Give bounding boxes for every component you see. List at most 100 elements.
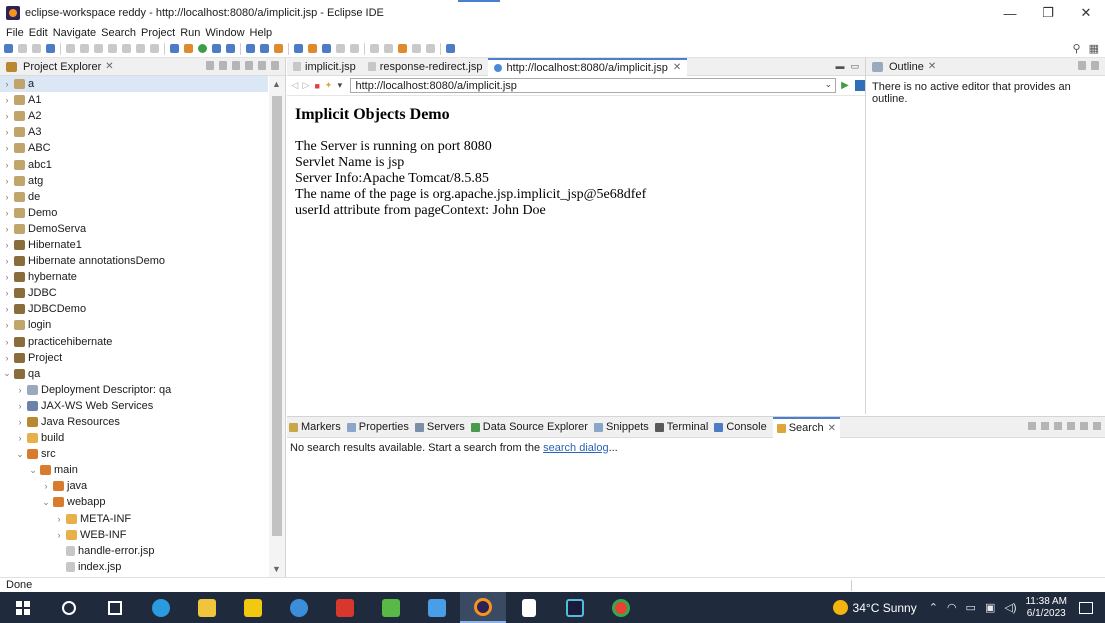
tree-item[interactable]: › Deployment Descriptor: qa [0, 382, 268, 398]
scroll-up-icon[interactable]: ▲ [272, 79, 281, 89]
tree-item[interactable]: › A1 [0, 92, 268, 108]
previous-match-icon[interactable] [1041, 422, 1049, 430]
edit-icon[interactable] [350, 44, 359, 53]
menu-help[interactable]: Help [250, 27, 273, 39]
notification-icon[interactable] [1079, 601, 1093, 614]
outline-tab[interactable]: Outline ✕ [866, 58, 1105, 76]
tree-item[interactable]: › ABC [0, 140, 268, 156]
forward-icon[interactable] [426, 44, 435, 53]
tab-data-source-explorer[interactable]: Data Source Explorer [470, 417, 588, 438]
taskbar-app-notepad[interactable] [506, 592, 552, 623]
debug-icon[interactable] [184, 44, 193, 53]
tab-browser[interactable]: http://localhost:8080/a/implicit.jsp ✕ [488, 57, 688, 76]
chevron-down-icon[interactable]: ⌄ [41, 497, 51, 508]
chevron-down-icon[interactable]: ⌄ [28, 465, 38, 476]
chevron-right-icon[interactable]: › [2, 143, 12, 153]
taskbar-app-eclipse[interactable] [460, 592, 506, 623]
maximize-button[interactable]: ❐ [1029, 0, 1067, 26]
forward-icon[interactable]: ▷ [301, 80, 310, 91]
tree-item[interactable]: › Java Resources [0, 414, 268, 430]
chevron-right-icon[interactable]: › [41, 481, 51, 491]
tree-item[interactable]: › build [0, 430, 268, 446]
next-match-icon[interactable] [1028, 422, 1036, 430]
chevron-down-icon[interactable]: ⌄ [825, 79, 833, 90]
minimize-view-icon[interactable] [258, 61, 266, 70]
chevron-right-icon[interactable]: › [2, 240, 12, 250]
tab-terminal[interactable]: Terminal [654, 417, 708, 438]
close-icon[interactable]: ✕ [928, 61, 936, 72]
chevron-right-icon[interactable]: › [2, 176, 12, 186]
tree-item[interactable]: › login [0, 317, 268, 333]
tree-item[interactable]: › de [0, 189, 268, 205]
taskbar-app-explorer[interactable] [184, 592, 230, 623]
disconnect-icon[interactable] [108, 44, 117, 53]
menu-search[interactable]: Search [101, 27, 136, 39]
tree-item[interactable]: › a [0, 76, 268, 93]
link-editor-icon[interactable] [219, 61, 227, 70]
tree-item[interactable]: › atg [0, 173, 268, 189]
tree-scrollbar[interactable]: ▲ ▼ [269, 76, 285, 577]
minimize-view-icon[interactable] [1091, 61, 1099, 70]
previous-annotation-icon[interactable] [384, 44, 393, 53]
search-button[interactable] [46, 592, 92, 623]
tree-item[interactable]: › abc1 [0, 156, 268, 172]
tree-item[interactable]: › WEB-INF [0, 527, 268, 543]
new-package-icon[interactable] [260, 44, 269, 53]
open-perspective-icon[interactable] [446, 44, 455, 53]
menu-run[interactable]: Run [180, 27, 200, 39]
chevron-down-icon[interactable]: ⌄ [15, 449, 25, 460]
chevron-right-icon[interactable]: › [15, 385, 25, 395]
tree-item[interactable]: index.jsp [0, 559, 268, 575]
skip-breakpoints-icon[interactable] [170, 44, 179, 53]
minimize-view-icon[interactable] [1093, 422, 1101, 430]
tree-item[interactable]: › DemoServa [0, 221, 268, 237]
open-task-icon[interactable] [308, 44, 317, 53]
tab-implicit-jsp[interactable]: implicit.jsp [287, 58, 362, 76]
coverage-icon[interactable] [212, 44, 221, 53]
taskbar-app-mail[interactable] [414, 592, 460, 623]
minimize-icon[interactable]: ▬ [835, 61, 844, 72]
chevron-right-icon[interactable]: › [15, 417, 25, 427]
clock[interactable]: 11:38 AM 6/1/2023 [1025, 596, 1067, 620]
perspective-icon[interactable]: ▦ [1089, 42, 1099, 55]
stop-icon[interactable] [94, 44, 103, 53]
tab-properties[interactable]: Properties [346, 417, 409, 438]
menu-navigate[interactable]: Navigate [53, 27, 96, 39]
taskbar-app-vscode[interactable] [322, 592, 368, 623]
go-icon[interactable]: ▶ [841, 80, 849, 91]
chevron-right-icon[interactable]: › [2, 224, 12, 234]
back-icon[interactable] [412, 44, 421, 53]
chevron-right-icon[interactable]: › [2, 288, 12, 298]
chevron-right-icon[interactable]: › [2, 79, 12, 89]
taskbar-app-circle[interactable] [276, 592, 322, 623]
search-icon[interactable] [322, 44, 331, 53]
taskbar-app-edge[interactable] [138, 592, 184, 623]
minimize-button[interactable]: — [991, 0, 1029, 26]
pin-icon[interactable] [1080, 422, 1088, 430]
taskbar-app-webex[interactable] [552, 592, 598, 623]
tree-item[interactable]: › A3 [0, 124, 268, 140]
task-view-button[interactable] [92, 592, 138, 623]
language-icon[interactable]: ▣ [985, 601, 995, 614]
tree-item[interactable]: › A2 [0, 108, 268, 124]
menu-window[interactable]: Window [205, 27, 244, 39]
chevron-right-icon[interactable]: › [2, 111, 12, 121]
chevron-right-icon[interactable]: › [54, 530, 64, 540]
chevron-right-icon[interactable]: › [2, 337, 12, 347]
new-server-icon[interactable] [246, 44, 255, 53]
scrollbar-thumb[interactable] [272, 96, 282, 536]
back-icon[interactable]: ◁ [290, 80, 299, 91]
chevron-right-icon[interactable]: › [2, 95, 12, 105]
chevron-down-icon[interactable]: ▾ [335, 80, 344, 91]
collapse-all-icon[interactable] [206, 61, 214, 70]
start-button[interactable] [0, 592, 46, 623]
chevron-right-icon[interactable]: › [2, 304, 12, 314]
chevron-right-icon[interactable]: › [2, 256, 12, 266]
new-class-icon[interactable] [274, 44, 283, 53]
tab-console[interactable]: Console [714, 417, 767, 438]
chevron-right-icon[interactable]: › [2, 127, 12, 137]
menu-file[interactable]: File [6, 27, 24, 39]
tree-item[interactable]: › hybernate [0, 269, 268, 285]
stop-icon[interactable]: ■ [313, 81, 322, 91]
tree-item[interactable]: › Hibernate1 [0, 237, 268, 253]
